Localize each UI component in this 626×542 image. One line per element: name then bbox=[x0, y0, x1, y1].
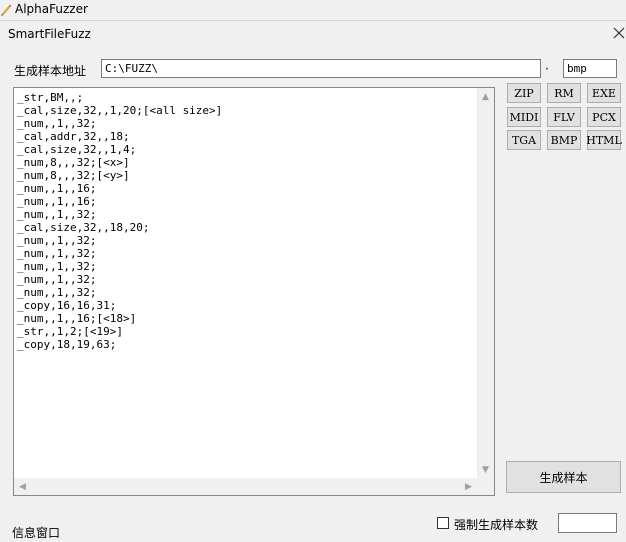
pencil-icon bbox=[1, 4, 12, 16]
editor-line: _num,8,,,32;[<y>] bbox=[17, 169, 130, 182]
editor-line: _num,,1,,32; bbox=[17, 273, 97, 286]
force-count-input[interactable] bbox=[558, 513, 617, 533]
rm-button[interactable]: RM bbox=[547, 83, 581, 103]
window-title: AlphaFuzzer bbox=[15, 2, 88, 16]
scroll-down-icon[interactable]: ▼ bbox=[477, 461, 494, 478]
pcx-button[interactable]: PCX bbox=[587, 107, 621, 127]
editor-line: _num,,1,,16;[<18>] bbox=[17, 312, 137, 325]
extension-separator: · bbox=[545, 62, 549, 76]
editor-line: _num,,1,,32; bbox=[17, 260, 97, 273]
editor-line: _cal,size,32,,1,4; bbox=[17, 143, 137, 156]
editor-line: _num,8,,,32;[<x>] bbox=[17, 156, 130, 169]
editor-line: _cal,size,32,,18,20; bbox=[17, 221, 150, 234]
exe-button[interactable]: EXE bbox=[587, 83, 621, 103]
template-editor[interactable]: _str,BM,,; _cal,size,32,,1,20;[<all size>… bbox=[13, 87, 495, 496]
close-icon[interactable] bbox=[612, 26, 626, 40]
scroll-left-icon[interactable]: ◀ bbox=[14, 478, 31, 495]
editor-line: _num,,1,,32; bbox=[17, 117, 97, 130]
editor-line: _copy,18,19,63; bbox=[17, 338, 117, 351]
path-input[interactable]: C:\FUZZ\ bbox=[101, 59, 541, 78]
editor-line: _str,,1,2;[<19>] bbox=[17, 325, 123, 338]
editor-line: _copy,16,16,31; bbox=[17, 299, 117, 312]
editor-line: _num,,1,,32; bbox=[17, 247, 97, 260]
tga-button[interactable]: TGA bbox=[507, 130, 541, 150]
force-count-checkbox[interactable] bbox=[437, 517, 449, 529]
scrollbar-corner bbox=[477, 478, 494, 495]
horizontal-scrollbar[interactable]: ◀ ▶ bbox=[14, 478, 477, 495]
vertical-scrollbar[interactable]: ▲ ▼ bbox=[477, 88, 494, 478]
extension-input[interactable]: bmp bbox=[563, 59, 617, 78]
title-bar: AlphaFuzzer bbox=[0, 0, 626, 20]
zip-button[interactable]: ZIP bbox=[507, 83, 541, 103]
editor-line: _str,BM,,; bbox=[17, 91, 84, 104]
scroll-up-icon[interactable]: ▲ bbox=[477, 88, 494, 105]
panel-title: SmartFileFuzz bbox=[8, 27, 91, 41]
path-label: 生成样本地址 bbox=[14, 64, 87, 78]
midi-button[interactable]: MIDI bbox=[507, 107, 541, 127]
editor-line: _num,,1,,32; bbox=[17, 234, 97, 247]
force-count-label: 强制生成样本数 bbox=[454, 518, 539, 532]
editor-line: _num,,1,,32; bbox=[17, 286, 97, 299]
html-button[interactable]: HTML bbox=[586, 130, 622, 150]
editor-line: _cal,size,32,,1,20;[<all size>] bbox=[17, 104, 223, 117]
generate-samples-button[interactable]: 生成样本 bbox=[506, 461, 621, 493]
template-editor-text[interactable]: _str,BM,,; _cal,size,32,,1,20;[<all size>… bbox=[17, 91, 475, 475]
editor-line: _num,,1,,16; bbox=[17, 182, 97, 195]
editor-line: _cal,addr,32,,18; bbox=[17, 130, 130, 143]
scroll-right-icon[interactable]: ▶ bbox=[460, 478, 477, 495]
flv-button[interactable]: FLV bbox=[547, 107, 581, 127]
editor-line: _num,,1,,16; bbox=[17, 195, 97, 208]
info-window-label: 信息窗口 bbox=[12, 526, 61, 540]
editor-line: _num,,1,,32; bbox=[17, 208, 97, 221]
bmp-button[interactable]: BMP bbox=[547, 130, 581, 150]
